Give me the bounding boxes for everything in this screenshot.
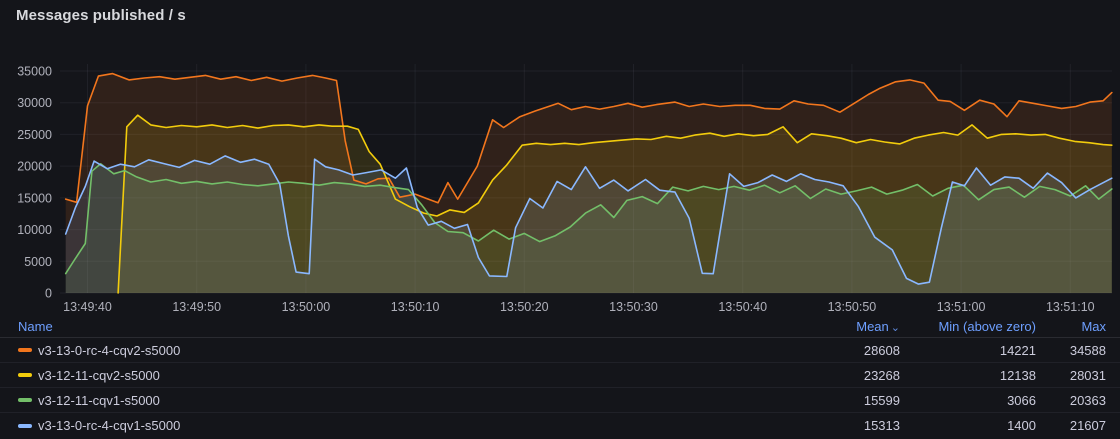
svg-text:0: 0 [45, 287, 52, 301]
series-max-value: 21607 [1036, 418, 1106, 433]
svg-text:13:50:40: 13:50:40 [718, 300, 767, 314]
timeseries-plot[interactable]: 0 5000 10000 15000 20000 25000 30000 35000 13:49… [0, 0, 1120, 316]
series-name[interactable]: v3-12-11-cqv1-s5000 [38, 393, 160, 408]
series-color-swatch [18, 373, 32, 377]
series-min-value: 12138 [900, 368, 1036, 383]
series-color-swatch [18, 348, 32, 352]
legend-row: v3-12-11-cqv2-s5000 23268 12138 28031 [0, 363, 1120, 388]
legend-column-name-label: Name [18, 319, 53, 334]
svg-text:13:50:10: 13:50:10 [391, 300, 440, 314]
legend-row: v3-12-11-cqv1-s5000 15599 3066 20363 [0, 388, 1120, 413]
legend-column-mean-label: Mean [856, 319, 889, 334]
svg-text:13:50:20: 13:50:20 [500, 300, 549, 314]
series-min-value: 14221 [900, 343, 1036, 358]
svg-text:5000: 5000 [24, 255, 52, 269]
series-name[interactable]: v3-13-0-rc-4-cqv1-s5000 [38, 418, 180, 433]
series-max-value: 34588 [1036, 343, 1106, 358]
series-min-value: 1400 [900, 418, 1036, 433]
svg-text:10000: 10000 [17, 223, 52, 237]
series-mean-value: 15313 [800, 418, 900, 433]
legend-table: Name Mean⌄ Min (above zero) Max v3-13-0-… [0, 316, 1120, 439]
svg-text:13:49:40: 13:49:40 [63, 300, 112, 314]
svg-text:35000: 35000 [17, 65, 52, 79]
series-max-value: 20363 [1036, 393, 1106, 408]
series-max-value: 28031 [1036, 368, 1106, 383]
series-mean-value: 15599 [800, 393, 900, 408]
svg-text:13:50:50: 13:50:50 [828, 300, 877, 314]
svg-text:20000: 20000 [17, 160, 52, 174]
svg-text:13:51:00: 13:51:00 [937, 300, 986, 314]
timeseries-chart: 0 5000 10000 15000 20000 25000 30000 35000 13:49… [0, 0, 1120, 316]
legend-column-max-label: Max [1081, 319, 1106, 334]
series-name[interactable]: v3-13-0-rc-4-cqv2-s5000 [38, 343, 180, 358]
series-color-swatch [18, 424, 32, 428]
series-name[interactable]: v3-12-11-cqv2-s5000 [38, 368, 160, 383]
legend-row: v3-13-0-rc-4-cqv2-s5000 28608 14221 3458… [0, 338, 1120, 363]
svg-text:13:50:30: 13:50:30 [609, 300, 658, 314]
svg-text:30000: 30000 [17, 96, 52, 110]
series-mean-value: 28608 [800, 343, 900, 358]
legend-column-min[interactable]: Min (above zero) [900, 319, 1036, 334]
grafana-panel: Messages published / s 05000100001500020… [0, 0, 1120, 439]
series-mean-value: 23268 [800, 368, 900, 383]
series-color-swatch [18, 398, 32, 402]
legend-row: v3-13-0-rc-4-cqv1-s5000 15313 1400 21607 [0, 413, 1120, 438]
svg-text:15000: 15000 [17, 191, 52, 205]
svg-text:25000: 25000 [17, 128, 52, 142]
legend-column-min-label: Min (above zero) [938, 319, 1036, 334]
series-min-value: 3066 [900, 393, 1036, 408]
legend-column-mean[interactable]: Mean⌄ [800, 319, 900, 334]
legend-header-row: Name Mean⌄ Min (above zero) Max [0, 316, 1120, 338]
sort-desc-icon: ⌄ [891, 322, 900, 334]
legend-column-name[interactable]: Name [18, 319, 800, 334]
legend-column-max[interactable]: Max [1036, 319, 1106, 334]
svg-text:13:50:00: 13:50:00 [282, 300, 331, 314]
svg-text:13:49:50: 13:49:50 [172, 300, 221, 314]
svg-text:13:51:10: 13:51:10 [1046, 300, 1095, 314]
